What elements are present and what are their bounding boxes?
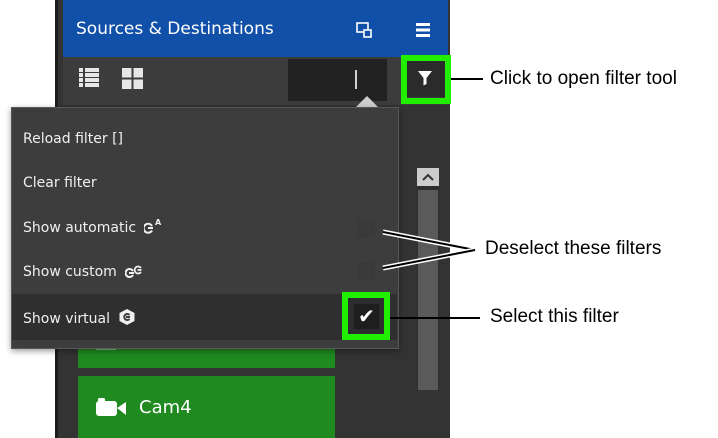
annotation-lines (382, 78, 483, 319)
annotation-deselect: Deselect these filters (485, 238, 662, 259)
annotation-line-deselect-custom (382, 249, 476, 269)
annotation-filter-tool: Click to open filter tool (490, 68, 677, 89)
annotation-select: Select this filter (490, 306, 619, 327)
annotation-line-deselect-automatic (382, 231, 476, 251)
